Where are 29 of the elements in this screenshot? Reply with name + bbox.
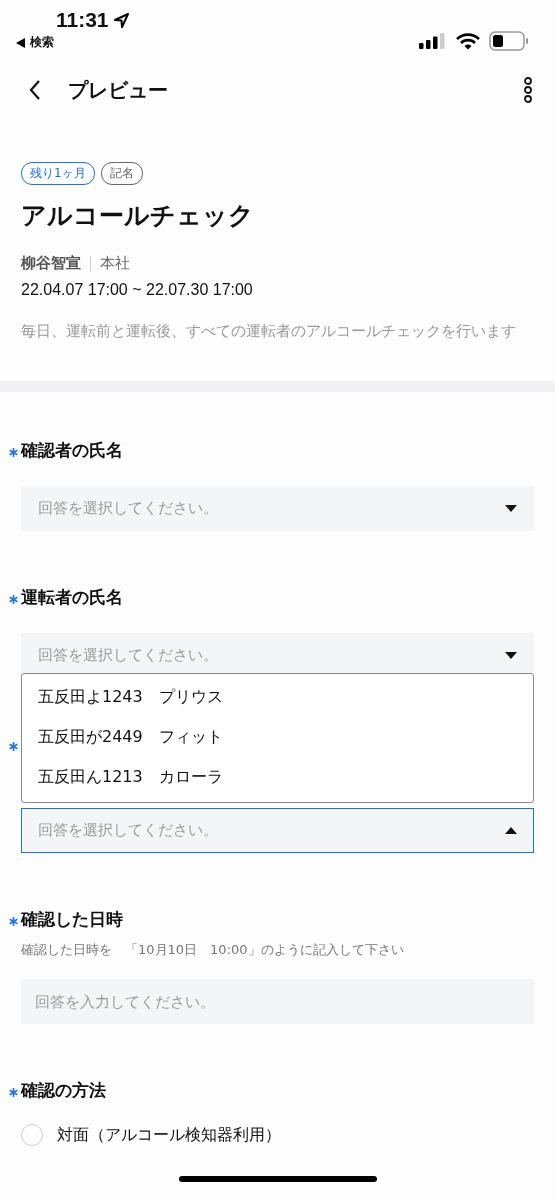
- question-label: 確認した日時: [21, 907, 123, 931]
- question-label: 確認の方法: [21, 1078, 106, 1102]
- caret-icon: [505, 505, 517, 512]
- question-label: 確認者の氏名: [21, 438, 123, 462]
- more-options-button[interactable]: [521, 75, 535, 105]
- wifi-icon: [456, 32, 480, 50]
- battery-icon: [489, 31, 529, 51]
- department: 本社: [100, 254, 130, 273]
- description: 毎日、運転前と運転後、すべての運転者のアルコールチェックを行います: [21, 321, 517, 342]
- question-label: 運転者の氏名: [21, 585, 123, 609]
- caret-icon: [505, 827, 517, 834]
- survey-title: アルコールチェック: [21, 200, 255, 232]
- location-arrow-icon: [112, 11, 130, 29]
- tag: 残り1ヶ月: [21, 162, 95, 185]
- signal-icon: [419, 33, 447, 49]
- dropdown-option[interactable]: 五反田ん1213 カローラ: [22, 758, 533, 798]
- radio-label: 対面（アルコール検知器利用）: [57, 1124, 281, 1146]
- period: 22.04.07 17:00 ~ 22.07.30 17:00: [21, 281, 254, 299]
- tag: 記名: [100, 162, 143, 185]
- dropdown-option[interactable]: 五反田よ1243 プリウス: [22, 678, 533, 718]
- triangle-icon: [16, 37, 25, 48]
- page-title: プレビュー: [68, 76, 169, 104]
- author-name: 柳谷智宣: [21, 254, 81, 273]
- question-hint: 確認した日時を 「10月10日 10:00」のように記入して下さい: [21, 941, 405, 959]
- back-to-app-link[interactable]: 検索: [16, 34, 130, 51]
- status-time: 11:31: [56, 8, 109, 32]
- answer-field[interactable]: 回答を入力してください。: [21, 979, 534, 1024]
- caret-icon: [505, 652, 517, 659]
- dropdown-option[interactable]: 五反田が2449 フィット: [22, 718, 533, 758]
